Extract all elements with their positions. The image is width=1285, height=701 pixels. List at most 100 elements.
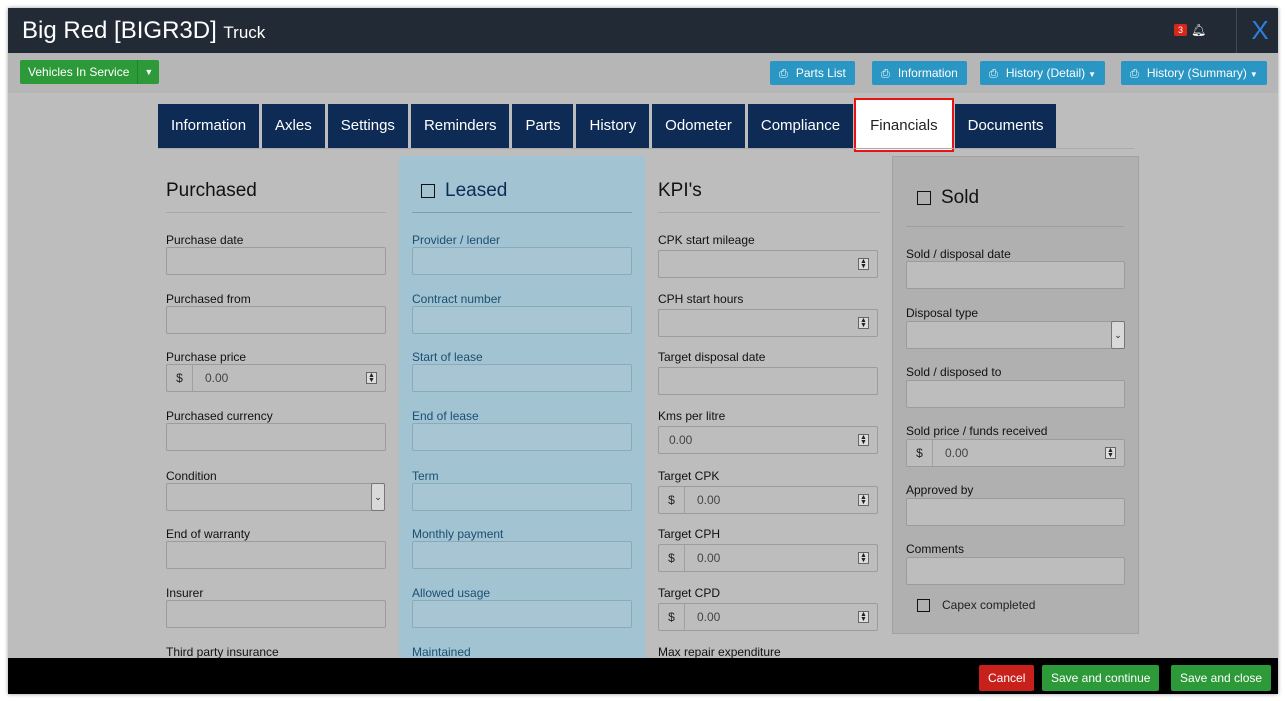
status-dropdown-toggle[interactable]: ▼ (137, 60, 160, 84)
spinner-icon[interactable]: ▲ ▼ (858, 258, 869, 270)
vehicles-in-service-button[interactable]: Vehicles In Service (20, 60, 138, 84)
term-input[interactable] (412, 483, 632, 511)
bell-icon[interactable]: 🔔︎ (1191, 23, 1206, 37)
notification-count-badge: 3 (1174, 24, 1188, 36)
target-cpk-input[interactable]: $ 0.00 ▲ ▼ (658, 486, 878, 514)
close-button[interactable]: X (1246, 14, 1274, 46)
sold-checkbox[interactable] (917, 190, 931, 205)
capex-completed-label: Capex completed (942, 598, 1036, 612)
toolbar: Vehicles In Service ▼ ⎙ Parts List ⎙ Infor… (8, 53, 1278, 93)
spinner-icon[interactable]: ▲ ▼ (858, 434, 869, 446)
capex-checkbox[interactable] (917, 598, 930, 612)
maintained-label: Maintained (412, 645, 471, 659)
cph-start-hours-input[interactable]: ▲ ▼ (658, 309, 878, 337)
spinner-icon[interactable]: ▲ ▼ (858, 611, 869, 623)
approved-by-input[interactable] (906, 498, 1125, 526)
end-of-lease-input[interactable] (412, 423, 632, 451)
tab-compliance[interactable]: Compliance (747, 104, 854, 148)
parts-list-print-button[interactable]: ⎙ Parts List (770, 61, 855, 85)
tab-reminders[interactable]: Reminders (410, 104, 510, 148)
sold-price-label: Sold price / funds received (906, 424, 1048, 438)
tab-history[interactable]: History (576, 104, 650, 148)
sold-section: Sold Sold / disposal date Disposal type … (892, 156, 1139, 634)
tab-odometer[interactable]: Odometer (652, 104, 745, 148)
tab-parts[interactable]: Parts (512, 104, 574, 148)
contract-number-label: Contract number (412, 292, 502, 306)
comments-label: Comments (906, 542, 965, 556)
history-detail-label: History (Detail) (1005, 66, 1086, 80)
allowed-usage-label: Allowed usage (412, 586, 491, 600)
monthly-payment-label: Monthly payment (412, 527, 504, 541)
spinner-icon[interactable]: ▲ ▼ (1105, 447, 1116, 459)
sold-disposal-date-input[interactable] (906, 261, 1125, 289)
page-title: Big Red [BIGR3D] Truck (22, 17, 265, 45)
information-print-button[interactable]: ⎙ Information (872, 61, 967, 85)
chevron-down-icon[interactable]: ⌄ (1111, 321, 1125, 349)
tab-settings[interactable]: Settings (327, 104, 408, 148)
history-detail-print-button[interactable]: ⎙ History (Detail) ▼ (980, 61, 1106, 85)
printer-icon: ⎙ (989, 68, 998, 80)
sold-heading: Sold (917, 187, 979, 209)
save-and-close-button[interactable]: Save and close (1171, 665, 1272, 691)
leased-section: Leased Provider / lender Contract number… (399, 156, 645, 666)
end-of-warranty-input[interactable] (166, 541, 386, 569)
contract-number-input[interactable] (412, 306, 632, 334)
sold-disposed-to-input[interactable] (906, 380, 1125, 408)
target-cpk-placeholder: 0.00 (697, 493, 721, 507)
purchase-date-label: Purchase date (166, 233, 244, 247)
kpi-heading: KPI's (658, 180, 702, 201)
tab-information[interactable]: Information (158, 104, 260, 148)
target-cpk-label: Target CPK (658, 469, 720, 483)
comments-input[interactable] (906, 557, 1125, 585)
purchase-price-placeholder: 0.00 (205, 371, 229, 385)
end-of-warranty-label: End of warranty (166, 527, 251, 541)
information-label: Information (897, 66, 958, 80)
currency-addon: $ (167, 365, 193, 391)
purchase-price-input[interactable]: $ 0.00 ▲ ▼ (166, 364, 386, 392)
tab-documents[interactable]: Documents (954, 104, 1057, 148)
chevron-down-icon[interactable]: ⌄ (371, 483, 385, 511)
condition-select[interactable]: ⌄ (166, 483, 385, 511)
kms-per-litre-input[interactable]: 0.00 ▲ ▼ (658, 426, 878, 454)
purchased-heading: Purchased (166, 180, 257, 201)
notifications[interactable]: 3 🔔︎ (1174, 23, 1206, 37)
target-cpd-input[interactable]: $ 0.00 ▲ ▼ (658, 603, 878, 631)
modal-window: Big Red [BIGR3D] Truck 3 🔔︎ X Vehicles I… (8, 8, 1278, 694)
vehicle-type: Truck (223, 23, 266, 42)
cpk-start-mileage-input[interactable]: ▲ ▼ (658, 250, 878, 278)
currency-addon: $ (907, 440, 933, 466)
insurer-input[interactable] (166, 600, 386, 628)
purchased-currency-input[interactable] (166, 423, 386, 451)
sold-price-input[interactable]: $ 0.00 ▲ ▼ (906, 439, 1125, 467)
printer-icon: ⎙ (1130, 68, 1139, 80)
tab-bar: Information Axles Settings Reminders Par… (158, 98, 1059, 152)
purchased-from-label: Purchased from (166, 292, 251, 306)
sold-heading-text: Sold (941, 187, 980, 208)
tab-axles[interactable]: Axles (262, 104, 325, 148)
provider-lender-input[interactable] (412, 247, 632, 275)
spinner-icon[interactable]: ▲ ▼ (858, 552, 869, 564)
target-cpd-label: Target CPD (658, 586, 721, 600)
target-disposal-date-input[interactable] (658, 367, 878, 395)
start-of-lease-input[interactable] (412, 364, 632, 392)
monthly-payment-input[interactable] (412, 541, 632, 569)
purchase-date-input[interactable] (166, 247, 386, 275)
target-disposal-date-label: Target disposal date (658, 350, 766, 364)
target-cph-input[interactable]: $ 0.00 ▲ ▼ (658, 544, 878, 572)
divider (906, 226, 1124, 227)
save-and-continue-button[interactable]: Save and continue (1042, 665, 1160, 691)
currency-addon: $ (659, 604, 685, 630)
spinner-icon[interactable]: ▲ ▼ (366, 372, 377, 384)
tab-financials[interactable]: Financials (854, 98, 954, 152)
disposal-type-select[interactable]: ⌄ (906, 321, 1125, 349)
spinner-icon[interactable]: ▲ ▼ (858, 317, 869, 329)
leased-checkbox[interactable] (421, 183, 435, 198)
disposal-type-label: Disposal type (906, 306, 979, 320)
cancel-button[interactable]: Cancel (979, 665, 1035, 691)
allowed-usage-input[interactable] (412, 600, 632, 628)
history-summary-print-button[interactable]: ⎙ History (Summary) ▼ (1121, 61, 1267, 85)
capex-completed-row[interactable]: Capex completed (917, 598, 1035, 612)
purchased-from-input[interactable] (166, 306, 386, 334)
spinner-icon[interactable]: ▲ ▼ (858, 494, 869, 506)
third-party-insurance-label: Third party insurance (166, 645, 279, 659)
